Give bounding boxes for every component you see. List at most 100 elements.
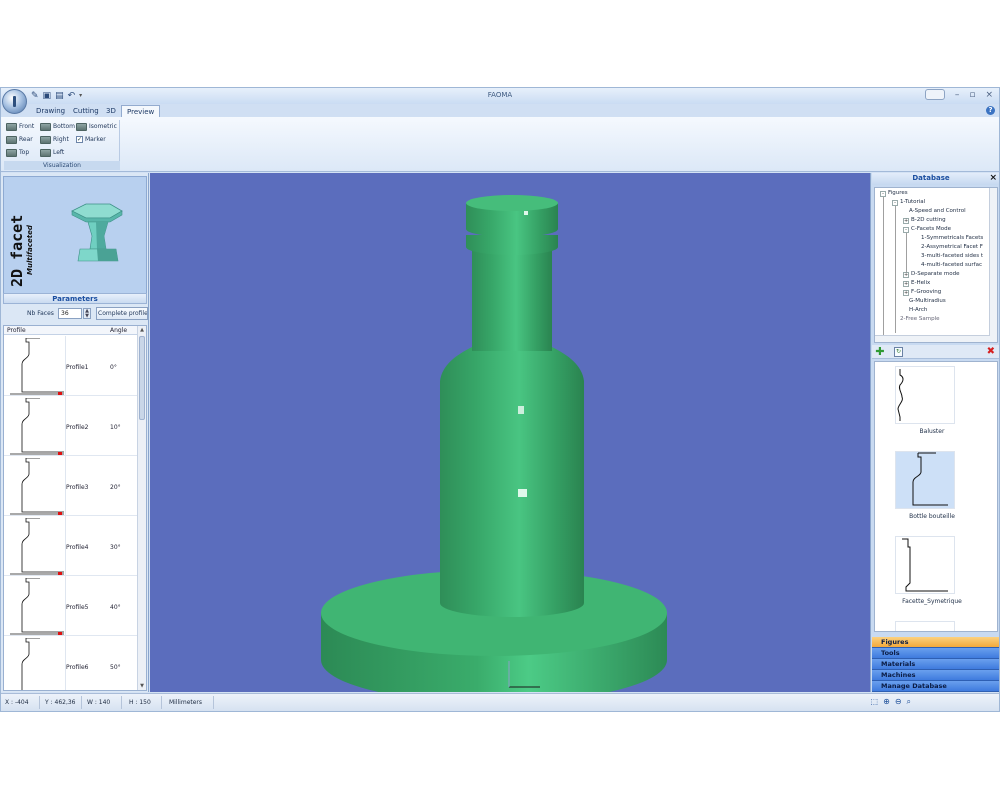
minimize-icon[interactable]: – [955, 90, 960, 100]
rear-view-icon [6, 135, 17, 144]
tree-expand-icon[interactable]: + [903, 281, 909, 287]
right-view-icon [40, 135, 51, 144]
tree-item-d[interactable]: D-Separate mode [911, 271, 959, 277]
tab-preview[interactable]: Preview [121, 105, 161, 117]
tree-expand-icon[interactable]: + [903, 272, 909, 278]
status-h: H : 150 [129, 699, 151, 706]
close-icon[interactable]: × [985, 90, 993, 100]
nb-faces-spinner[interactable]: ▲ ▼ [83, 308, 91, 319]
close-panel-icon[interactable]: × [989, 173, 997, 183]
parameters-header: Parameters [3, 293, 147, 304]
tree-item-c[interactable]: C-Facets Mode [911, 226, 951, 232]
right-view-button[interactable]: Right [40, 134, 69, 145]
profile-column-header[interactable]: Profile [7, 327, 26, 334]
tree-expand-icon[interactable]: - [892, 200, 898, 206]
angle-column-header[interactable]: Angle [110, 327, 127, 334]
skin-icon[interactable] [924, 89, 945, 100]
figure-item-next[interactable] [875, 619, 989, 631]
figure-item-bottle[interactable]: Bottle bouteille [875, 449, 989, 534]
profile-name: Profile1 [66, 364, 89, 371]
left-view-button[interactable]: Left [40, 147, 64, 158]
tree-item-f[interactable]: F-Grooving [911, 289, 941, 295]
nav-figures-button[interactable]: Figures [872, 637, 999, 648]
nav-materials-button[interactable]: Materials [872, 659, 999, 670]
maximize-icon[interactable]: ▫ [969, 90, 975, 100]
zoom-window-icon[interactable]: ⌕ [907, 697, 911, 707]
profile-row[interactable]: Profile6 50° [4, 636, 138, 690]
tree-item-c1[interactable]: 1-Symmetricals Facets [921, 235, 983, 241]
figure-item-baluster[interactable]: Baluster [875, 364, 989, 449]
complete-profile-button[interactable]: Complete profile [96, 307, 148, 320]
scroll-up-icon[interactable]: ▲ [138, 326, 146, 334]
nav-machines-button[interactable]: Machines [872, 670, 999, 681]
profile-shape-icon [10, 518, 64, 575]
zoom-out-icon[interactable]: ⊖ [895, 697, 902, 707]
profile-shape-icon [10, 398, 64, 455]
tree-horizontal-scrollbar[interactable] [875, 335, 990, 342]
copy-figure-icon[interactable]: ↻ [894, 347, 903, 357]
profile-row[interactable]: Profile1 0° [4, 336, 138, 396]
nb-faces-label: Nb Faces [27, 310, 54, 317]
zoom-fit-icon[interactable]: ⬚ [871, 697, 879, 707]
window-title: FAOMA [487, 91, 513, 99]
status-units: Millimeters [169, 699, 203, 706]
tree-item-figures[interactable]: Figures [888, 190, 908, 196]
tab-3d[interactable]: 3D [101, 105, 121, 117]
tree-item-b[interactable]: B-2D cutting [911, 217, 946, 223]
tree-expand-icon[interactable]: - [903, 227, 909, 233]
facet-mode-title: 2D facet Multifaceted [8, 207, 48, 287]
isometric-view-button[interactable]: Isometric [76, 121, 117, 132]
marker-toggle[interactable]: ✓ Marker [76, 134, 106, 145]
tree-item-a[interactable]: A-Speed and Control [909, 208, 966, 214]
tree-item-e[interactable]: E-Helix [911, 280, 930, 286]
scroll-down-icon[interactable]: ▼ [138, 682, 146, 690]
bottom-view-button[interactable]: Bottom [40, 121, 75, 132]
tree-item-tutorial[interactable]: 1-Tutorial [900, 199, 925, 205]
nav-tools-button[interactable]: Tools [872, 648, 999, 659]
front-label: Front [19, 123, 35, 130]
zoom-controls: ⬚ ⊕ ⊖ ⌕ [871, 697, 911, 707]
tree-item-c3[interactable]: 3-multi-faceted sides t [921, 253, 983, 259]
profile-name: Profile2 [66, 424, 89, 431]
profile-shape-icon [21, 638, 40, 690]
profile-row[interactable]: Profile3 20° [4, 456, 138, 516]
profile-row[interactable]: Profile2 10° [4, 396, 138, 456]
add-figure-icon[interactable]: ✚ [875, 346, 885, 357]
delete-figure-icon[interactable]: ✖ [987, 346, 995, 358]
tree-item-c2[interactable]: 2-Assymetrical Facet F [921, 244, 983, 250]
tab-drawing[interactable]: Drawing [31, 105, 70, 117]
nav-manage-database-button[interactable]: Manage Database [872, 681, 999, 692]
tree-expand-icon[interactable]: + [903, 290, 909, 296]
scroll-thumb[interactable] [139, 336, 145, 420]
profile-row[interactable]: Profile5 40° [4, 576, 138, 636]
faceted-pedestal-icon [71, 203, 123, 262]
zoom-in-icon[interactable]: ⊕ [883, 697, 890, 707]
status-w: W : 140 [87, 699, 111, 706]
tab-cutting[interactable]: Cutting [68, 105, 104, 117]
tree-item-g[interactable]: G-Multiradius [909, 298, 946, 304]
3d-viewport[interactable] [150, 173, 870, 692]
isometric-label: Isometric [89, 123, 117, 130]
help-icon[interactable]: ? [986, 106, 995, 115]
profile-angle: 50° [110, 664, 121, 671]
tree-item-c4[interactable]: 4-multi-faceted surfac [921, 262, 982, 268]
top-view-button[interactable]: Top [6, 147, 29, 158]
database-nav: Figures Tools Materials Machines Manage … [872, 637, 999, 692]
front-view-button[interactable]: Front [6, 121, 34, 132]
profile-table: Profile Angle Profile1 0° Profile2 10° Profi… [3, 325, 147, 691]
tree-expand-icon[interactable]: + [903, 218, 909, 224]
profile-row[interactable]: Profile4 30° [4, 516, 138, 576]
figure-item-facette[interactable]: Facette_Symetrique [875, 534, 989, 619]
app-window: ✎ ▣ ▤ ↶ ▾ FAOMA – ▫ × Drawing Cutting 3D… [0, 87, 1000, 712]
rear-view-button[interactable]: Rear [6, 134, 33, 145]
profile-scrollbar[interactable]: ▲ ▼ [137, 326, 146, 690]
tree-vertical-scrollbar[interactable] [989, 188, 997, 342]
tree-item-h[interactable]: H-Arch [909, 307, 927, 313]
marker-checkbox[interactable]: ✓ [76, 136, 83, 143]
tree-expand-icon[interactable]: - [880, 191, 886, 197]
tree-item-free-sample[interactable]: 2-Free Sample [900, 316, 940, 322]
bottom-label: Bottom [53, 123, 76, 130]
complete-profile-label: Complete profile [98, 310, 148, 317]
application-menu-button[interactable] [2, 89, 27, 114]
nb-faces-input[interactable]: 36 [58, 308, 82, 319]
